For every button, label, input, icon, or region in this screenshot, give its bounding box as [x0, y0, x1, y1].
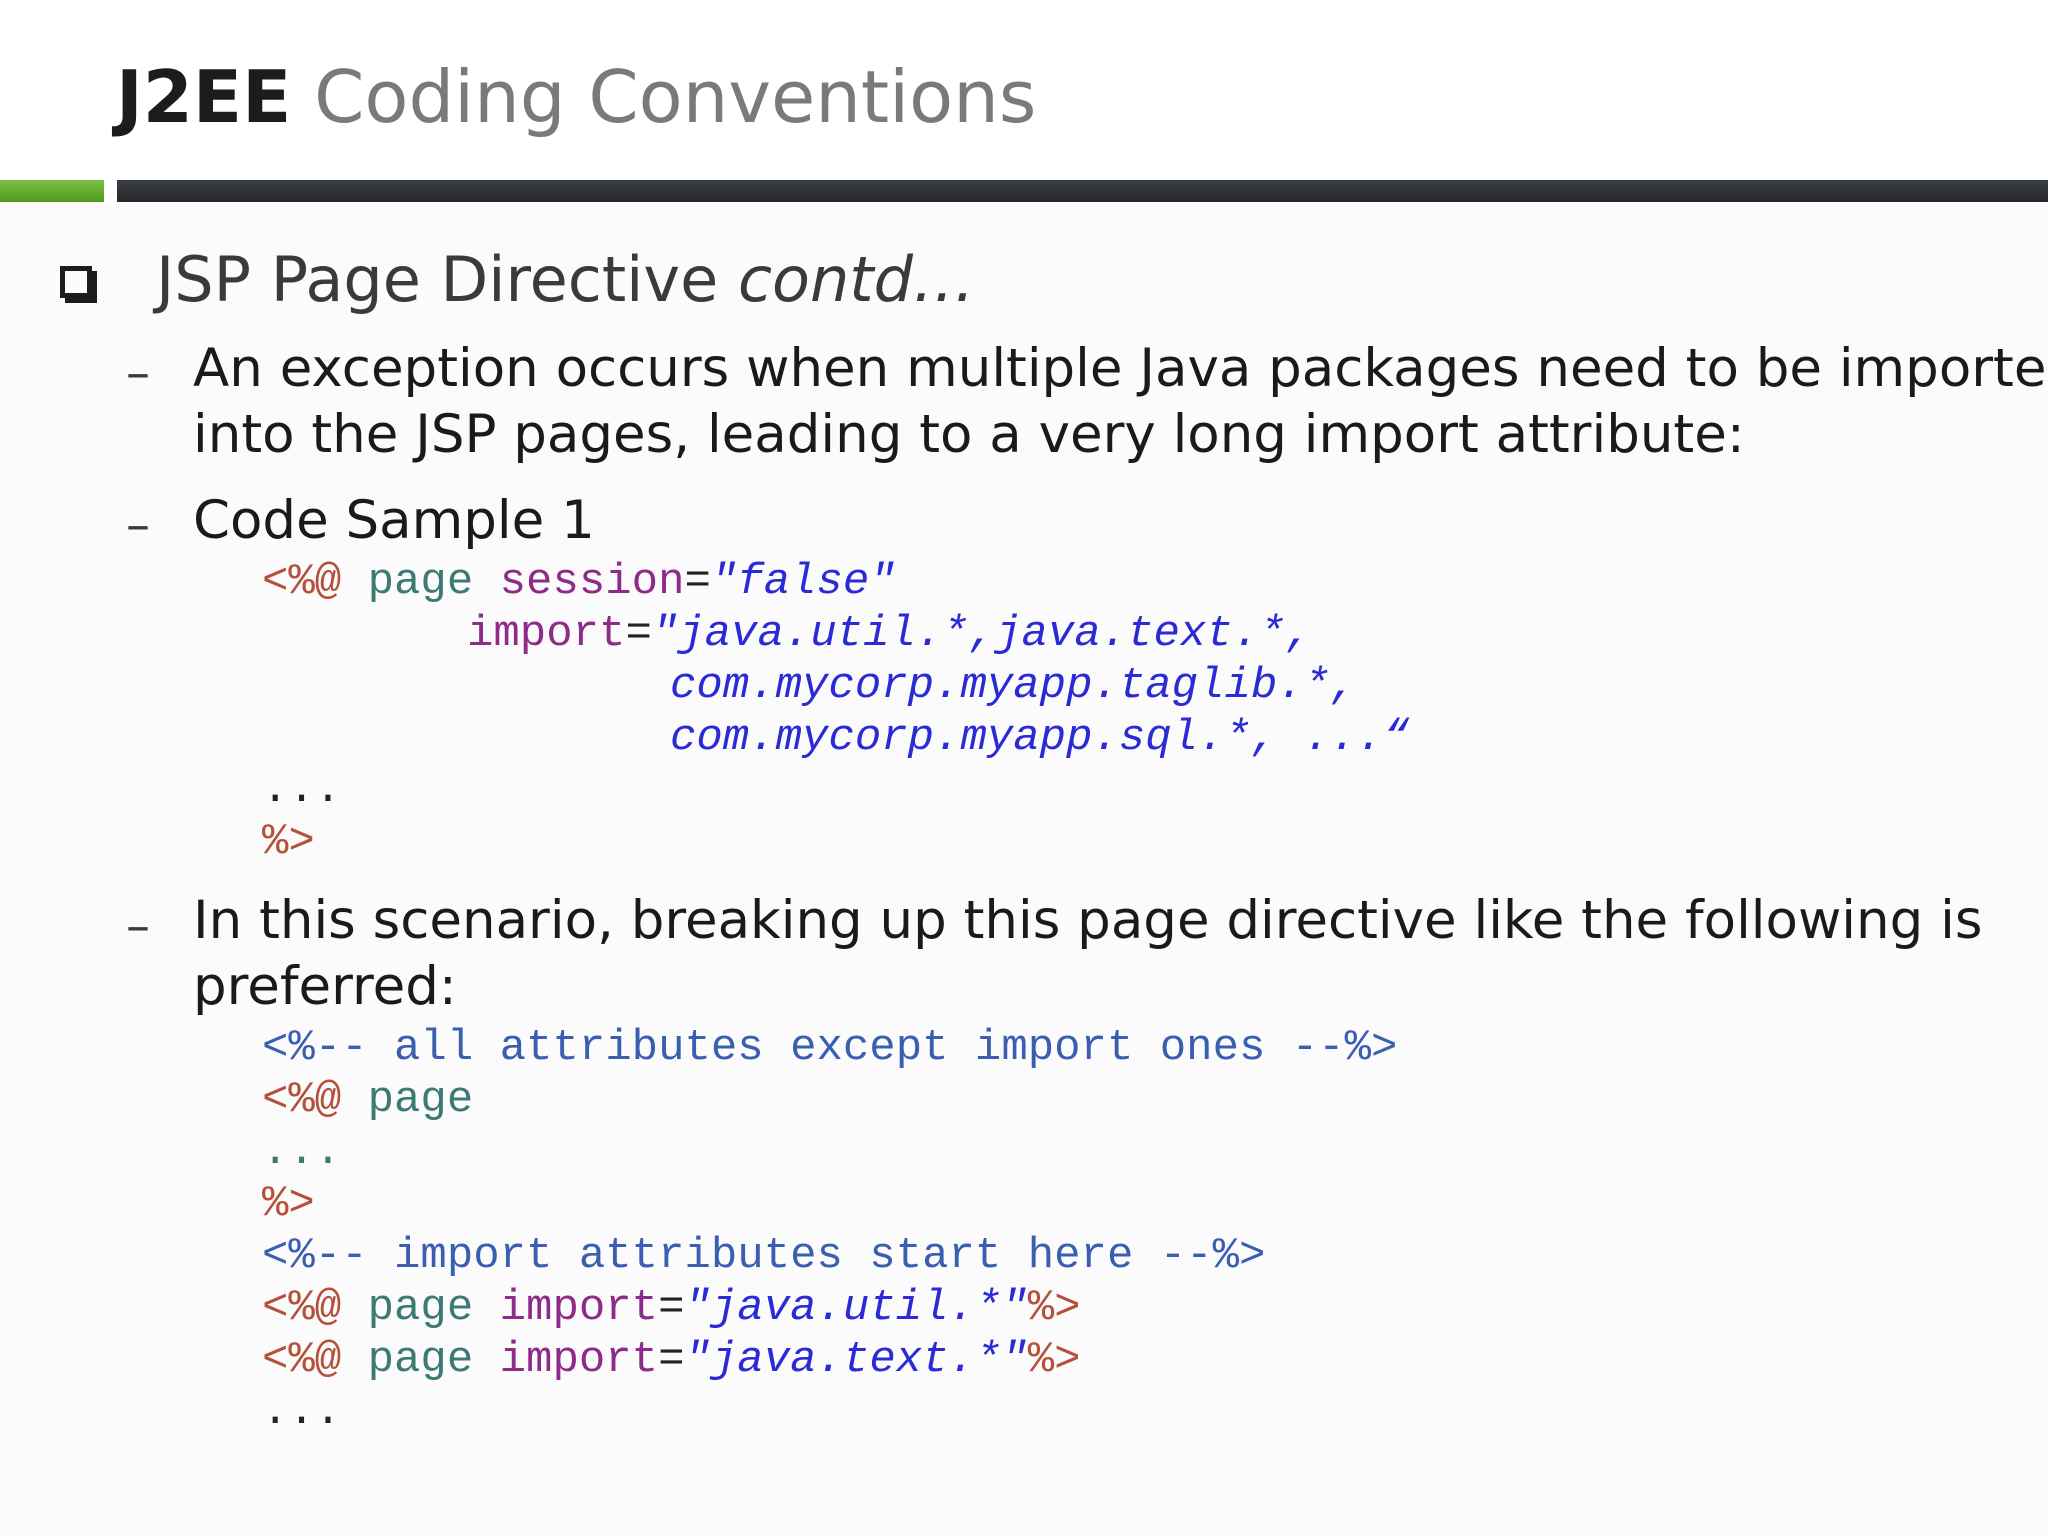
slide-title-rest: Coding Conventions — [291, 55, 1037, 139]
bullet-text: In this scenario, breaking up this page … — [193, 888, 2033, 1020]
code-line: %> — [262, 817, 315, 867]
code-token: all attributes except import ones — [367, 1023, 1292, 1073]
dash-bullet-icon: – — [126, 497, 150, 553]
code-token: page — [341, 1075, 474, 1125]
code-line: <%-- import attributes start here --%> — [262, 1230, 1265, 1282]
code-token: import — [473, 1283, 659, 1333]
bullet-line: preferred: — [193, 956, 457, 1017]
code-token: <%@ — [262, 1335, 342, 1385]
code-token: <%@ — [262, 1075, 342, 1125]
code-token: --%> — [1159, 1231, 1266, 1281]
code-token: %> — [1027, 1283, 1081, 1333]
code-token: <%-- — [262, 1231, 368, 1281]
code-token: page — [341, 1335, 474, 1385]
bullet-line: In this scenario, breaking up this page … — [193, 890, 1983, 951]
code-token: com.mycorp.myapp.sql.*, ... — [670, 713, 1383, 763]
code-line: <%@ page import="java.util.*"%> — [262, 1282, 1081, 1334]
code-token: import — [473, 1335, 659, 1385]
title-accent-bar — [0, 180, 104, 202]
code-token: page — [341, 557, 474, 607]
code-line: ... — [262, 765, 342, 815]
code-token: "false" — [710, 557, 896, 607]
code-token: com.mycorp.myapp.taglib.*, — [670, 661, 1357, 711]
code-token: = — [658, 1283, 685, 1333]
code-token: <%@ — [262, 557, 342, 607]
code-token: “ — [1382, 713, 1410, 763]
code-token: "java.util.*,java.text.*, — [651, 609, 1312, 659]
section-heading-main: JSP Page Directive — [156, 243, 738, 316]
code-line: <%@ page session="false" — [262, 556, 896, 608]
code-token: "java.text.*" — [684, 1335, 1028, 1385]
code-token: import attributes start here — [367, 1231, 1160, 1281]
bullet-text: Code Sample 1 — [193, 488, 2033, 554]
checkbox-bullet-icon — [60, 266, 92, 298]
code-line: <%-- all attributes except import ones -… — [262, 1022, 1397, 1074]
slide-title: J2EE Coding Conventions — [116, 52, 1036, 142]
code-token: --%> — [1291, 1023, 1398, 1073]
code-token: <%@ — [262, 1283, 342, 1333]
bullet-text: An exception occurs when multiple Java p… — [193, 336, 2048, 468]
code-line: com.mycorp.myapp.sql.*, ...“ — [670, 712, 1409, 764]
bullet-line: Code Sample 1 — [193, 490, 595, 551]
code-line: import="java.util.*,java.text.*, — [467, 608, 1312, 660]
slide-title-bold: J2EE — [116, 55, 292, 139]
section-heading: JSP Page Directive contd… — [156, 240, 975, 320]
title-divider-bar — [117, 180, 2048, 202]
code-line: <%@ page import="java.text.*"%> — [262, 1334, 1081, 1386]
dash-bullet-icon: – — [126, 898, 150, 954]
bullet-line: into the JSP pages, leading to a very lo… — [193, 404, 1745, 465]
section-heading-italic: contd… — [737, 243, 975, 316]
code-token: = — [625, 609, 652, 659]
code-token: session — [473, 557, 685, 607]
code-token: import — [467, 609, 626, 659]
code-line: ... — [262, 1387, 342, 1437]
code-token: %> — [1027, 1335, 1081, 1385]
code-token: page — [341, 1283, 474, 1333]
code-token: = — [684, 557, 711, 607]
code-token: = — [658, 1335, 685, 1385]
code-line: ... — [262, 1127, 342, 1177]
code-line: com.mycorp.myapp.taglib.*, — [670, 660, 1357, 712]
dash-bullet-icon: – — [126, 345, 150, 401]
code-token: <%-- — [262, 1023, 368, 1073]
code-line: <%@ page — [262, 1074, 473, 1126]
code-token: "java.util.*" — [684, 1283, 1028, 1333]
code-line: %> — [262, 1179, 315, 1229]
bullet-line: An exception occurs when multiple Java p… — [193, 338, 2048, 399]
